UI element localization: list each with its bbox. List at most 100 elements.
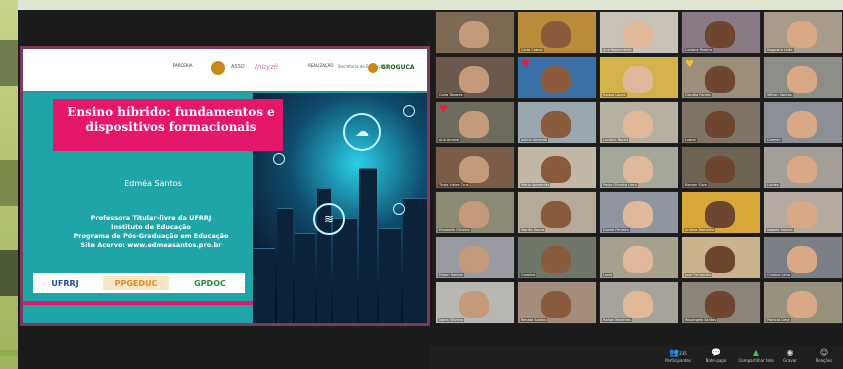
participant-name: Luciana Rocha xyxy=(602,138,630,142)
participant-face xyxy=(705,21,736,49)
participant-tile[interactable]: Willian Santos xyxy=(763,56,843,99)
participant-tile[interactable]: Paula Oliveira Lima xyxy=(599,146,679,189)
participant-tile[interactable]: Luciene Pereira xyxy=(681,11,761,54)
participant-face xyxy=(787,246,818,274)
slide-header: PARCERIA ASSO Inbyzê REALIZAÇÃO Secretar… xyxy=(23,49,427,93)
participant-tile[interactable]: Isabela Santos xyxy=(763,191,843,234)
participant-face xyxy=(541,66,572,94)
participant-name: Lucia xyxy=(602,273,614,277)
participant-tile[interactable]: Ramon Silva xyxy=(681,146,761,189)
participant-face xyxy=(705,66,736,94)
participant-face xyxy=(459,291,490,319)
slide-affiliation: Professora Titular-livre da UFRRJ Instit… xyxy=(41,214,261,250)
participant-tile[interactable]: Marilia Souza xyxy=(517,191,597,234)
participant-face xyxy=(459,111,490,139)
participant-tile[interactable]: Patricia Lima xyxy=(763,281,843,324)
participant-face xyxy=(459,156,490,184)
partnership-label: PARCERIA xyxy=(173,63,193,68)
participant-tile[interactable]: Joilma Almeida xyxy=(517,101,597,144)
participant-name: Cristina Lima xyxy=(766,273,791,277)
participant-face xyxy=(623,201,654,229)
participant-name: Rafael Medeiros xyxy=(602,318,632,322)
participant-tile[interactable]: ♥ xyxy=(517,56,597,99)
participant-name: Joana Oliveira xyxy=(438,318,465,322)
side-photo xyxy=(0,250,18,296)
affiliation-line: Instituto de Educação xyxy=(111,223,191,231)
reactions-button[interactable]: ☺ Reações xyxy=(804,348,843,363)
participant-tile[interactable]: Edson Santos xyxy=(435,236,515,279)
participant-face xyxy=(623,246,654,274)
participant-name: Raissa Lopes xyxy=(602,93,627,97)
participant-face xyxy=(541,201,572,229)
participant-face xyxy=(787,111,818,139)
shared-slide[interactable]: PARCERIA ASSO Inbyzê REALIZAÇÃO Secretar… xyxy=(20,46,430,326)
chat-button[interactable]: 💬 Bate-papo xyxy=(696,348,736,363)
participant-tile[interactable]: Carolina xyxy=(517,236,597,279)
ppgeduc-logo: PPGEDUC xyxy=(103,276,169,290)
participant-tile[interactable]: ♥ Ana Amaral xyxy=(435,101,515,144)
participant-face xyxy=(459,66,490,94)
participant-tile[interactable]: Luana xyxy=(681,101,761,144)
participant-tile[interactable] xyxy=(435,11,515,54)
participant-name: Luana xyxy=(684,138,697,142)
participant-name: Renata Santos xyxy=(520,318,548,322)
participant-name: Thais Vieira Cruz xyxy=(438,183,470,187)
participant-face xyxy=(705,111,736,139)
participant-name: Carmen xyxy=(766,138,782,142)
participant-name: Andrea Ramalho xyxy=(684,228,715,232)
participant-name: Claudio Fontes xyxy=(684,93,712,97)
participant-tile[interactable]: Luciana Rocha xyxy=(599,101,679,144)
realization-logo-text: Secretaria de Educação xyxy=(338,64,386,69)
participant-face xyxy=(787,66,818,94)
chat-icon: 💬 xyxy=(711,348,721,357)
participant-face xyxy=(541,21,572,49)
participant-tile[interactable]: Carla Tavares xyxy=(435,56,515,99)
participant-name: Paula Oliveira Lima xyxy=(602,183,638,187)
heart-reaction-icon: ♥ xyxy=(439,104,448,115)
participant-tile[interactable]: Raissa Lopes xyxy=(599,56,679,99)
participant-tile[interactable]: Jose Fernandes xyxy=(681,236,761,279)
participant-tile[interactable]: Carla Cabral xyxy=(517,11,597,54)
participant-tile[interactable]: Lurdes xyxy=(763,146,843,189)
participant-face xyxy=(705,201,736,229)
participants-button[interactable]: 👥235 Participantes xyxy=(658,348,698,363)
participant-name: Joilma Almeida xyxy=(520,138,549,142)
slide-accent-bar xyxy=(23,301,253,305)
participant-face xyxy=(705,156,736,184)
affiliation-line: Professora Titular-livre da UFRRJ xyxy=(90,214,212,222)
network-node-icon xyxy=(273,153,285,165)
participant-tile[interactable]: Rosangela Santos xyxy=(681,281,761,324)
participant-face xyxy=(705,246,736,274)
participant-tile[interactable]: Nogueira Leite xyxy=(763,11,843,54)
participant-face xyxy=(787,291,818,319)
participant-tile[interactable]: Maria Aparecida xyxy=(517,146,597,189)
participant-name: Carla Cabral xyxy=(520,48,544,52)
participant-tile[interactable]: Rafael Medeiros xyxy=(599,281,679,324)
side-photo xyxy=(0,40,18,86)
participant-tile[interactable]: Joana Oliveira xyxy=(435,281,515,324)
ufrrj-logo: UFRRJ xyxy=(51,278,79,288)
participant-name: Elisabete Oliveira xyxy=(438,228,471,232)
participant-tile[interactable]: Renata Santos xyxy=(517,281,597,324)
participant-tile[interactable]: Cristina Lima xyxy=(763,236,843,279)
participant-name: Ana Nascimento xyxy=(602,48,633,52)
partner-logo-icon xyxy=(211,61,225,75)
participant-tile[interactable]: ♥ Claudio Fontes xyxy=(681,56,761,99)
participant-name: Rosangela Santos xyxy=(684,318,718,322)
participant-face xyxy=(623,111,654,139)
participant-tile[interactable]: Ana Nascimento xyxy=(599,11,679,54)
participant-tile[interactable]: Thais Vieira Cruz xyxy=(435,146,515,189)
participant-grid: Carla Cabral Ana Nascimento Luciene Pereir… xyxy=(430,10,843,346)
participant-face xyxy=(787,201,818,229)
participant-tile[interactable]: Daniel Ferreira xyxy=(599,191,679,234)
participant-tile[interactable]: Elisabete Oliveira xyxy=(435,191,515,234)
participant-tile[interactable]: Andrea Ramalho xyxy=(681,191,761,234)
participant-tile[interactable]: Lucia xyxy=(599,236,679,279)
participant-face xyxy=(459,246,490,274)
participant-name: Maria Aparecida xyxy=(520,183,551,187)
participant-tile[interactable]: Carmen xyxy=(763,101,843,144)
heart-reaction-icon: ♥ xyxy=(521,59,530,70)
left-side-video-strip xyxy=(0,0,18,369)
participants-label: Participantes xyxy=(665,358,691,363)
participant-face xyxy=(541,246,572,274)
